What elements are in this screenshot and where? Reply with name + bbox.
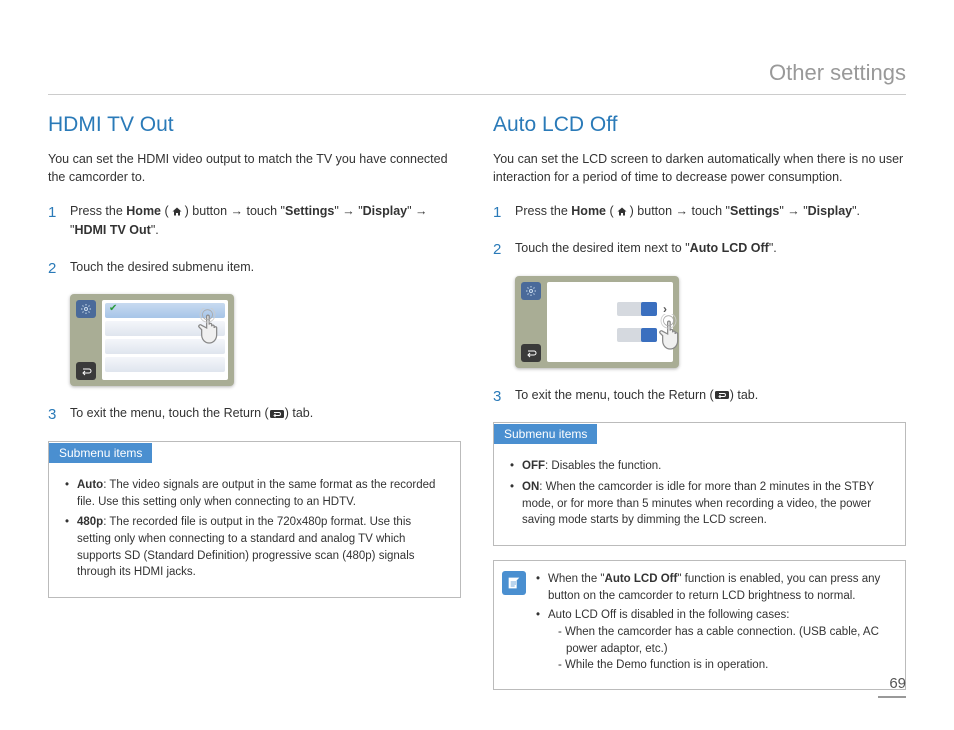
autolcd-step-3: To exit the menu, touch the Return () ta…: [493, 386, 906, 405]
autolcd-title: Auto LCD Off: [493, 113, 906, 137]
note-box: When the "Auto LCD Off" function is enab…: [493, 560, 906, 690]
hdmi-title: HDMI TV Out: [48, 113, 461, 137]
toggle-row: ›: [553, 300, 667, 318]
autolcd-intro: You can set the LCD screen to darken aut…: [493, 151, 906, 186]
autolcd-step-1: Press the Home () button → touch "Settin…: [493, 202, 906, 221]
home-icon: [169, 205, 185, 219]
submenu-header: Submenu items: [49, 443, 152, 463]
right-column: Auto LCD Off You can set the LCD screen …: [493, 113, 906, 690]
page-header: Other settings: [48, 60, 906, 86]
return-icon: [521, 344, 541, 362]
touch-hand-icon: [190, 308, 230, 348]
return-icon: [76, 362, 96, 380]
submenu-header: Submenu items: [494, 424, 597, 444]
list-row: [105, 357, 225, 372]
hdmi-submenu-box: Submenu items Auto: The video signals ar…: [48, 441, 461, 598]
autolcd-step-2: Touch the desired item next to "Auto LCD…: [493, 239, 906, 258]
toggle-row: ›: [553, 326, 667, 344]
hdmi-intro: You can set the HDMI video output to mat…: [48, 151, 461, 186]
return-tab-icon: [714, 388, 730, 402]
touch-hand-icon: [651, 314, 691, 354]
note-icon: [502, 571, 526, 595]
hdmi-step-2: Touch the desired submenu item.: [48, 258, 461, 277]
settings-gear-icon: [521, 282, 541, 300]
divider: [48, 94, 906, 95]
page-number-bar: [878, 696, 906, 698]
autolcd-submenu-box: Submenu items OFF: Disables the function…: [493, 422, 906, 546]
home-icon: [614, 205, 630, 219]
hdmi-screenshot: [70, 294, 234, 386]
hdmi-step-3: To exit the menu, touch the Return () ta…: [48, 404, 461, 423]
page-number: 69: [889, 675, 906, 692]
autolcd-screenshot: › ›: [515, 276, 679, 368]
left-column: HDMI TV Out You can set the HDMI video o…: [48, 113, 461, 690]
return-tab-icon: [269, 407, 285, 421]
hdmi-step-1: Press the Home () button → touch "Settin…: [48, 202, 461, 240]
settings-gear-icon: [76, 300, 96, 318]
